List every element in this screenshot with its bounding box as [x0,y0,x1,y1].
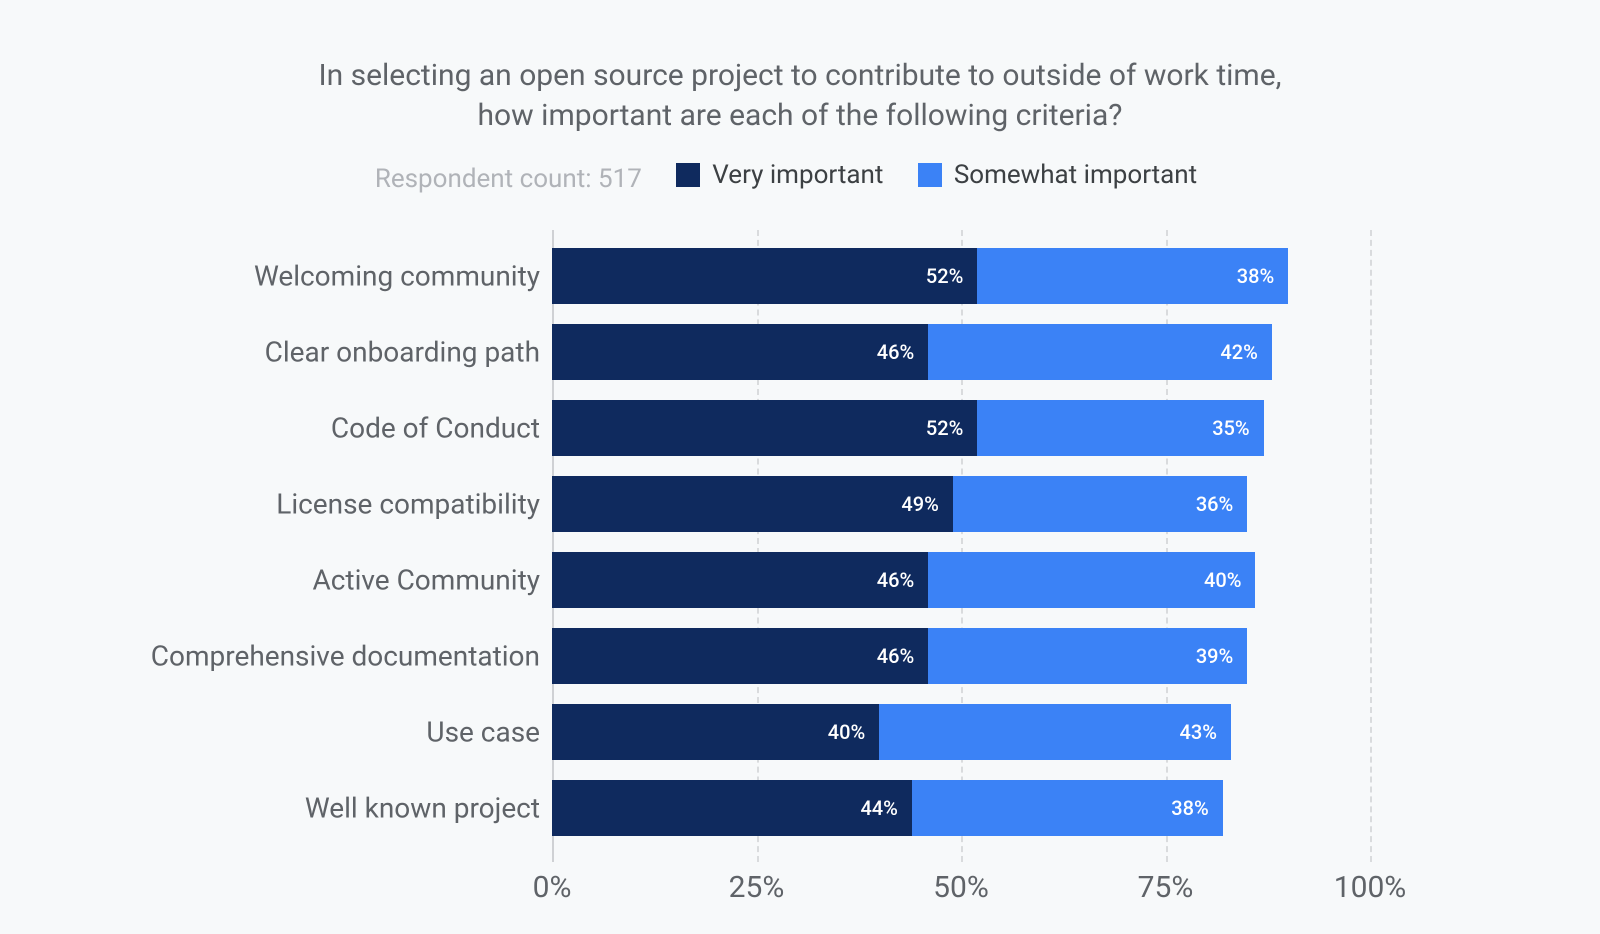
bar-segment: 43% [879,704,1231,760]
bar-value-label: 46% [877,340,914,364]
bar-segment: 52% [552,248,977,304]
bar-row: Welcoming community 52% 38% [0,248,1600,304]
bar-segment: 42% [928,324,1272,380]
bar-segment: 40% [552,704,879,760]
category-label: Well known project [305,792,540,825]
bar-row: Comprehensive documentation 46% 39% [0,628,1600,684]
bar-value-label: 42% [1220,340,1257,364]
bar-segment: 46% [552,324,928,380]
category-label: Clear onboarding path [265,336,540,369]
bar-value-label: 46% [877,644,914,668]
bar-segment: 35% [977,400,1263,456]
plot-area: 0% 25% 50% 75% 100% Welcoming community 52% 38%… [0,0,1600,934]
bar-row: Code of Conduct 52% 35% [0,400,1600,456]
bar-segment: 38% [912,780,1223,836]
chart-container: In selecting an open source project to c… [0,0,1600,934]
category-label: Active Community [313,564,541,597]
bar-value-label: 38% [1171,796,1208,820]
bar-value-label: 43% [1179,720,1216,744]
bar-value-label: 44% [860,796,897,820]
bar-value-label: 52% [926,264,963,288]
x-tick-label: 50% [933,870,989,905]
bar-segment: 40% [928,552,1255,608]
category-label: License compatibility [276,488,540,521]
bar-value-label: 52% [926,416,963,440]
bar-value-label: 40% [1204,568,1241,592]
category-label: Code of Conduct [331,412,540,445]
x-tick-label: 75% [1138,870,1194,905]
bar-segment: 46% [552,628,928,684]
x-tick-label: 25% [729,870,785,905]
bar-segment: 44% [552,780,912,836]
x-tick-label: 0% [533,870,572,905]
bar-value-label: 38% [1237,264,1274,288]
bar-value-label: 36% [1196,492,1233,516]
category-label: Comprehensive documentation [151,640,540,673]
bar-segment: 46% [552,552,928,608]
bar-row: Clear onboarding path 46% 42% [0,324,1600,380]
bar-row: Active Community 46% 40% [0,552,1600,608]
bar-value-label: 35% [1212,416,1249,440]
bar-value-label: 49% [901,492,938,516]
bar-segment: 38% [977,248,1288,304]
bar-value-label: 39% [1196,644,1233,668]
bar-row: Well known project 44% 38% [0,780,1600,836]
category-label: Use case [426,716,540,749]
bar-row: Use case 40% 43% [0,704,1600,760]
bar-segment: 49% [552,476,953,532]
category-label: Welcoming community [254,260,540,293]
x-tick-label: 100% [1334,870,1407,905]
bar-segment: 52% [552,400,977,456]
bar-value-label: 40% [828,720,865,744]
bar-segment: 39% [928,628,1247,684]
bar-segment: 36% [953,476,1247,532]
bar-value-label: 46% [877,568,914,592]
bar-row: License compatibility 49% 36% [0,476,1600,532]
